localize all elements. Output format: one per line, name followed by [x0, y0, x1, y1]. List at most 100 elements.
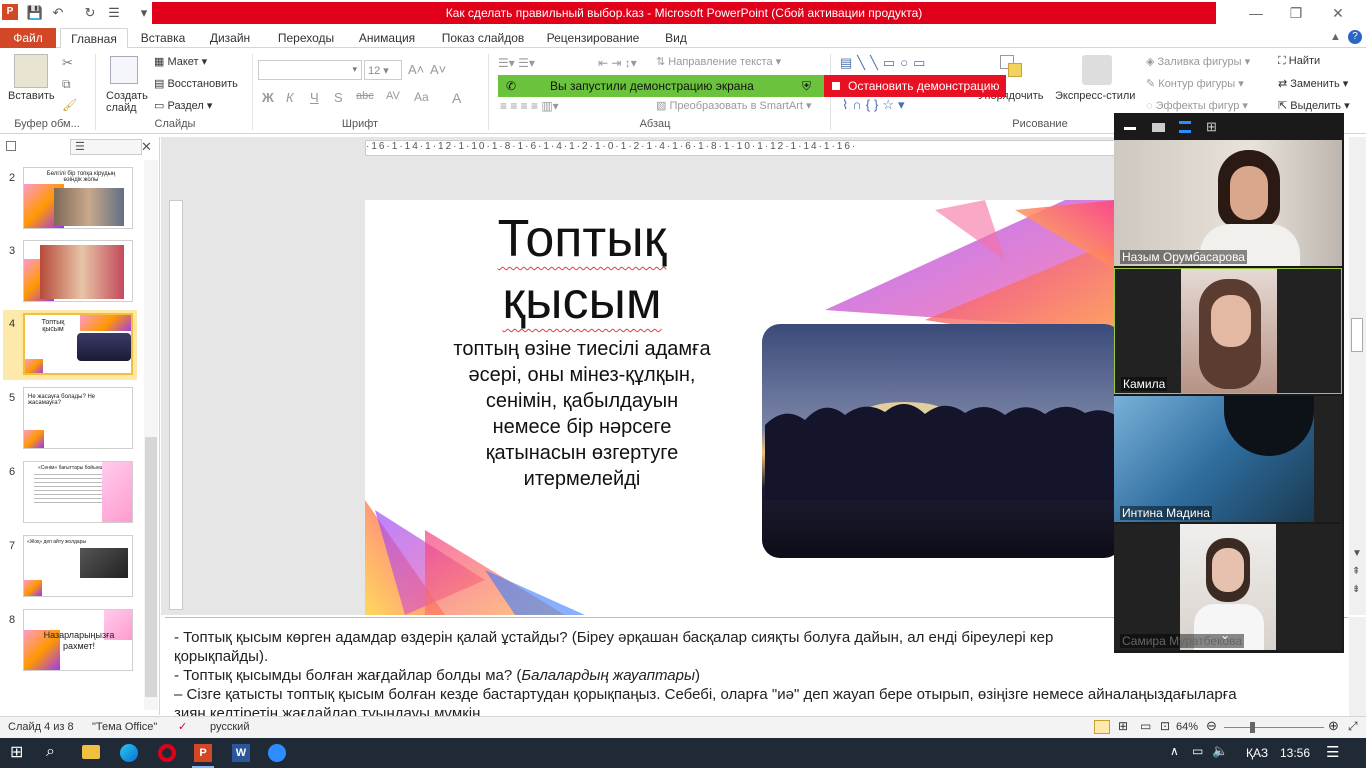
font-color-icon[interactable]: A [452, 90, 461, 106]
file-explorer-icon[interactable] [82, 745, 100, 759]
new-slide-icon[interactable] [110, 56, 138, 84]
shapes-gallery-row[interactable]: ⌇∩{}☆▾ [842, 97, 968, 113]
tray-chevron-icon[interactable]: ∧ [1170, 744, 1179, 758]
tab-transitions[interactable]: Переходы [270, 28, 342, 48]
new-slide-button[interactable]: Создать слайд [106, 90, 148, 114]
participant-tile-3[interactable]: Интина Мадина [1114, 396, 1342, 522]
normal-view-icon[interactable] [1094, 720, 1110, 734]
shape-fill-button[interactable]: ◈ Заливка фигуры ▾ [1146, 55, 1250, 68]
underline-icon[interactable]: Ч [310, 90, 319, 105]
zoom-slider[interactable] [1224, 727, 1324, 728]
tab-slideshow[interactable]: Показ слайдов [434, 28, 532, 48]
chevron-down-icon[interactable]: ⌄ [1220, 628, 1230, 642]
slide-thumb-2[interactable]: Белгілі бір топқа кірудың өзіндік жолы [23, 167, 133, 229]
close-panel-icon[interactable]: ✕ [141, 139, 152, 155]
redo-icon[interactable]: ↻ [80, 3, 100, 23]
list-icon[interactable]: ☰ [104, 3, 124, 23]
word-taskbar-icon[interactable]: W [232, 744, 250, 762]
tab-animation[interactable]: Анимация [350, 28, 424, 48]
zoom-slider-thumb[interactable] [1250, 722, 1255, 733]
shadow-icon[interactable]: S [334, 90, 343, 105]
participant-tile-2[interactable]: Камила [1114, 268, 1342, 394]
slideshow-view-icon[interactable]: ⊡ [1160, 719, 1170, 733]
spellcheck-icon[interactable]: ✓ [178, 720, 187, 733]
font-size-select[interactable]: 12 ▾ [364, 60, 402, 80]
volume-icon[interactable]: 🔈 [1212, 743, 1228, 759]
spacing-icon[interactable]: AV [386, 90, 400, 102]
shape-effects-button[interactable]: ◌ Эффекты фигур ▾ [1146, 99, 1248, 112]
quick-styles-button[interactable]: Экспресс-стили [1055, 90, 1135, 102]
italic-icon[interactable]: К [286, 90, 294, 105]
undo-icon[interactable]: ↶ [48, 3, 68, 23]
copy-icon[interactable]: ⧉ [62, 77, 71, 92]
language-indicator[interactable]: русский [210, 721, 249, 733]
next-slide-icon[interactable]: ⇟ [1352, 584, 1360, 595]
participant-tile-4[interactable]: Самира Муратбекова ⌄ [1114, 524, 1342, 650]
opera-icon[interactable] [158, 744, 176, 762]
slide-thumb-7[interactable]: «Жоқ» деп айту жолдары [23, 535, 133, 597]
reading-view-icon[interactable]: ▭ [1140, 719, 1151, 733]
customize-quick-access-icon[interactable]: ▾ [134, 3, 154, 23]
section-button[interactable]: ▭ Раздел ▾ [154, 99, 212, 112]
text-direction-button[interactable]: ⇅ Направление текста ▾ [656, 55, 781, 68]
change-case-icon[interactable]: Aa [414, 90, 429, 104]
indent-icon[interactable]: ⇤ ⇥ ↕▾ [598, 56, 637, 70]
quick-styles-icon[interactable] [1082, 55, 1112, 85]
tab-design[interactable]: Дизайн [200, 28, 260, 48]
tab-file[interactable]: Файл [0, 28, 56, 48]
input-language[interactable]: ҚАЗ [1246, 746, 1268, 760]
select-button[interactable]: ⇱ Выделить ▾ [1278, 99, 1350, 112]
shape-outline-button[interactable]: ✎ Контур фигуры ▾ [1146, 77, 1244, 90]
fit-slide-icon[interactable]: ⤢ [1348, 719, 1358, 734]
search-icon[interactable]: ⌕ [46, 743, 55, 761]
paste-button[interactable]: Вставить [8, 90, 55, 102]
slide-thumb-6[interactable]: «Сенім» бағыттары бойынша [23, 461, 133, 523]
slide-sorter-icon[interactable]: ⊞ [1118, 719, 1128, 733]
replace-button[interactable]: ⇄ Заменить ▾ [1278, 77, 1348, 90]
powerpoint-taskbar-icon[interactable]: P [194, 744, 212, 762]
participant-tile-1[interactable]: Назым Орумбасарова [1114, 140, 1342, 266]
bold-icon[interactable]: Ж [262, 90, 274, 105]
slide-title[interactable]: Топтық қысым [477, 208, 687, 332]
panel-scroll-thumb[interactable] [145, 437, 157, 697]
font-name-select[interactable]: ▾ [258, 60, 362, 80]
thumbnail-view-icon[interactable] [1152, 123, 1165, 132]
network-icon[interactable]: ▭ [1192, 744, 1203, 758]
align-icon[interactable]: ≡ ≡ ≡ ≡ ▥▾ [500, 99, 559, 113]
scroll-down-icon[interactable]: ▼ [1352, 548, 1362, 559]
bullets-icon[interactable]: ☰▾ ☰▾ [498, 56, 535, 70]
slide-scroll-thumb[interactable] [1351, 318, 1363, 352]
speaker-view-icon[interactable] [1179, 121, 1191, 133]
stop-share-button[interactable]: Остановить демонстрацию [824, 75, 1006, 97]
strikethrough-icon[interactable]: abc [356, 90, 374, 102]
notes-scrollbar[interactable] [1349, 617, 1366, 716]
windows-start-icon[interactable]: ⊞ [10, 744, 28, 762]
decrease-font-icon[interactable]: A˅ [430, 62, 446, 77]
notifications-icon[interactable]: ☰ [1326, 743, 1339, 761]
zoom-in-icon[interactable]: ⊕ [1328, 718, 1339, 734]
minimize-video-icon[interactable] [1124, 127, 1136, 130]
reset-button[interactable]: ▤ Восстановить [154, 77, 238, 90]
smartart-button[interactable]: ▧ Преобразовать в SmartArt ▾ [656, 99, 811, 112]
clock[interactable]: 13:56 [1280, 746, 1310, 760]
zoom-level[interactable]: 64% [1176, 721, 1198, 733]
paste-icon[interactable] [14, 54, 48, 88]
cut-icon[interactable]: ✂ [62, 55, 73, 71]
minimize-icon[interactable]: — [1236, 2, 1276, 24]
current-slide[interactable]: Топтық қысым топтың өзіне тиесілі адамға… [365, 200, 1117, 615]
gallery-view-icon[interactable]: ⊞ [1206, 119, 1217, 135]
increase-font-icon[interactable]: A˄ [408, 62, 424, 77]
zoom-out-icon[interactable]: ⊖ [1206, 718, 1217, 734]
slide-scrollbar[interactable] [1349, 137, 1366, 615]
zoom-taskbar-icon[interactable] [268, 744, 286, 762]
outline-view-icon[interactable]: ☰ [70, 139, 142, 155]
save-icon[interactable]: 💾 [25, 3, 45, 23]
tab-view[interactable]: Вид [656, 28, 696, 48]
format-painter-icon[interactable]: 🖌 [62, 98, 77, 112]
theme-name[interactable]: "Тема Office" [92, 721, 157, 733]
slide-thumb-3[interactable] [23, 240, 133, 302]
tab-insert[interactable]: Вставка [134, 28, 192, 48]
previous-slide-icon[interactable]: ⇞ [1352, 566, 1360, 577]
slides-view-icon[interactable] [6, 141, 16, 151]
shapes-gallery[interactable]: ▤╲╲▭○▭ [840, 55, 966, 75]
